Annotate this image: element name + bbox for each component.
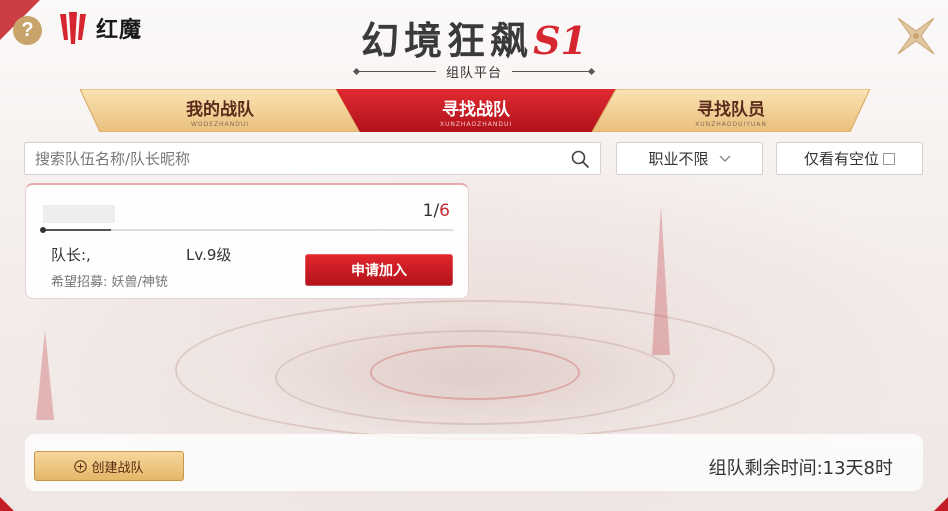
tab-label: 寻找战队 — [442, 100, 510, 120]
subtitle-divider — [512, 71, 592, 72]
search-box — [24, 142, 601, 175]
arena-spire — [36, 330, 54, 420]
apply-join-button[interactable]: 申请加入 — [305, 254, 453, 286]
tab-sublabel: XUNZHAODUIYUAN — [695, 121, 767, 128]
create-team-button[interactable]: 创建战队 — [34, 451, 184, 481]
plus-circle-icon — [74, 459, 88, 473]
member-progress-fill — [42, 229, 111, 231]
tab-my-team[interactable]: 我的战队 WODEZHANDUI — [80, 89, 360, 132]
vacancy-filter-label: 仅看有空位 — [803, 150, 879, 168]
corner-ornament — [0, 497, 14, 511]
vacancy-checkbox[interactable] — [883, 152, 895, 165]
create-team-label: 创建战队 — [91, 460, 144, 476]
member-count: 1/6 — [423, 201, 450, 221]
profession-select-value: 职业不限 — [648, 150, 709, 168]
page-subtitle: 组队平台 — [445, 66, 502, 81]
member-progress-dot — [40, 227, 46, 233]
member-count-max: 6 — [439, 201, 450, 221]
tab-find-team[interactable]: 寻找战队 XUNZHAOZHANDUI — [336, 89, 616, 132]
search-icon[interactable] — [570, 149, 590, 169]
title-main: 幻境狂飙 — [361, 18, 534, 63]
team-level: Lv.9级 — [186, 246, 232, 264]
page-title: 幻境狂飙S1 — [0, 10, 948, 65]
tab-find-member[interactable]: 寻找队员 XUNZHAODUIYUAN — [592, 89, 870, 132]
tab-label: 寻找队员 — [697, 100, 765, 120]
member-count-current: 1 — [422, 201, 434, 221]
team-name — [43, 205, 115, 223]
tab-label: 我的战队 — [186, 100, 254, 120]
recruit-requirement: 希望招募: 妖兽/神铳 — [51, 275, 168, 290]
member-progress-bar — [40, 227, 453, 233]
arena-spire — [652, 205, 670, 355]
subtitle-divider — [355, 71, 436, 72]
profession-select[interactable]: 职业不限 — [616, 142, 763, 175]
tab-bar: 我的战队 WODEZHANDUI 寻找战队 XUNZHAOZHANDUI 寻找队… — [80, 89, 870, 132]
footer-bar: 创建战队 组队剩余时间:13天8时 — [25, 434, 923, 491]
team-remaining-time: 组队剩余时间:13天8时 — [708, 458, 893, 479]
arena-ring-inner — [370, 345, 580, 400]
vacancy-filter[interactable]: 仅看有空位 — [776, 142, 923, 175]
corner-ornament — [934, 497, 948, 511]
chevron-down-icon — [719, 155, 730, 162]
subtitle-row: 组队平台 — [0, 62, 948, 81]
team-leader: 队长:, — [51, 246, 91, 264]
close-x-icon[interactable] — [894, 14, 938, 58]
tab-sublabel: XUNZHAOZHANDUI — [439, 121, 513, 128]
tab-sublabel: WODEZHANDUI — [190, 121, 250, 128]
search-input[interactable] — [35, 149, 570, 168]
team-card: 1/6 队长:, Lv.9级 希望招募: 妖兽/神铳 申请加入 — [25, 183, 469, 299]
title-season: S1 — [533, 18, 587, 63]
